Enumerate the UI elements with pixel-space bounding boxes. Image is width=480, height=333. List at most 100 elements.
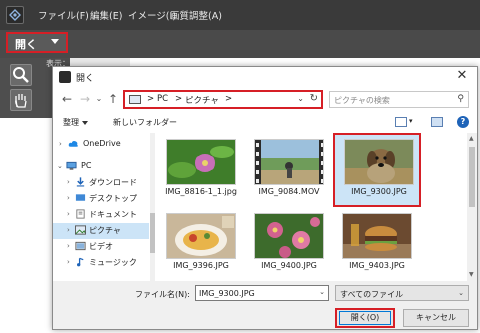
address-segment-pc[interactable]: PC [157, 94, 168, 104]
chevron-down-icon[interactable]: ⌄ [57, 162, 63, 170]
nav-item-label: ダウンロード [89, 178, 137, 187]
photo-thumbnail-flowers [254, 213, 324, 259]
open-button-focus-ring [339, 311, 391, 325]
video-icon [75, 241, 86, 251]
chevron-down-icon [82, 120, 88, 125]
zoom-tool-button[interactable] [10, 64, 32, 86]
menu-edit[interactable]: 編集(E) [90, 8, 122, 22]
menu-image[interactable]: イメージ(I) [128, 8, 176, 22]
nav-item-downloads[interactable]: › ダウンロード [53, 175, 149, 191]
app-menubar: ファイル(F) 編集(E) イメージ(I) 画質調整(A) [0, 0, 480, 30]
help-icon[interactable]: ? [457, 116, 469, 128]
dialog-title: 開く [76, 74, 95, 84]
chevron-right-icon[interactable]: › [67, 258, 70, 266]
magnifier-icon [13, 67, 29, 83]
nav-scrollbar[interactable] [150, 133, 155, 281]
preview-pane-icon[interactable] [431, 117, 443, 127]
photo-thumbnail-meal [166, 213, 236, 259]
file-name: IMG_9403.JPG [349, 261, 405, 270]
nav-item-music[interactable]: › ミュージック [53, 255, 149, 271]
up-arrow-icon[interactable]: ↑ [107, 93, 119, 105]
file-item-selected[interactable]: IMG_9300.JPG [333, 133, 421, 207]
chevron-down-icon: ⌄ [458, 289, 464, 297]
search-input[interactable] [334, 94, 450, 106]
nav-item-desktop[interactable]: › デスクトップ [53, 191, 149, 207]
app-toolbar [0, 30, 480, 58]
nav-item-pc[interactable]: ⌄ PC [53, 159, 149, 175]
address-separator: > [225, 94, 233, 104]
file-name: IMG_9084.MOV [258, 187, 320, 196]
dialog-app-icon [59, 71, 71, 83]
file-item[interactable]: IMG_9084.MOV [245, 135, 333, 209]
menu-adjust[interactable]: 画質調整(A) [170, 8, 222, 22]
file-grid-scrollbar[interactable]: ▲ ▼ [467, 133, 477, 281]
nav-item-pictures[interactable]: › ピクチャ [53, 223, 149, 239]
view-dropdown-icon[interactable]: ▾ [409, 117, 413, 125]
cloud-icon [68, 141, 78, 147]
file-item[interactable]: IMG_9400.JPG [245, 209, 333, 281]
chevron-right-icon[interactable]: › [67, 210, 70, 218]
chevron-right-icon[interactable]: › [67, 242, 70, 250]
file-item[interactable]: IMG_9403.JPG [333, 209, 421, 281]
nav-item-onedrive[interactable]: › OneDrive [53, 137, 149, 153]
new-folder-button[interactable]: 新しいフォルダー [113, 117, 177, 128]
search-box[interactable]: ⚲ [329, 91, 469, 108]
open-dialog: 開く ✕ ← → ⌄ ↑ > PC > ピクチャ > ⌄ ↻ ⚲ 整理 新しいフ… [52, 66, 478, 330]
organize-menu[interactable]: 整理 [63, 117, 88, 128]
forward-arrow-icon[interactable]: → [79, 93, 91, 105]
file-name: IMG_8816-1_1.jpg [165, 187, 237, 196]
download-icon [76, 177, 85, 187]
chevron-down-icon [51, 39, 59, 44]
address-bar[interactable]: > PC > ピクチャ > ⌄ ↻ [123, 90, 323, 109]
desktop-icon [75, 194, 86, 201]
chevron-right-icon[interactable]: › [67, 194, 70, 202]
pictures-icon [75, 225, 86, 235]
command-bar: 整理 新しいフォルダー ▾ ? [53, 113, 477, 133]
file-item[interactable]: IMG_8816-1_1.jpg [157, 135, 245, 209]
nav-item-videos[interactable]: › ビデオ [53, 239, 149, 255]
document-icon [76, 209, 85, 219]
photo-thumbnail-dog [344, 139, 414, 185]
navigation-bar: ← → ⌄ ↑ > PC > ピクチャ > ⌄ ↻ ⚲ [53, 87, 477, 113]
recent-chevron-icon[interactable]: ⌄ [93, 93, 105, 105]
dialog-titlebar: 開く ✕ [53, 67, 477, 87]
filetype-select[interactable]: すべてのファイル ⌄ [335, 285, 469, 301]
cancel-button[interactable]: キャンセル [403, 309, 469, 327]
open-button[interactable]: 開く(O) [335, 308, 395, 328]
hand-tool-button[interactable] [10, 89, 32, 111]
back-arrow-icon[interactable]: ← [61, 93, 73, 105]
refresh-icon[interactable]: ↻ [310, 93, 318, 104]
chevron-right-icon[interactable]: › [67, 178, 70, 186]
organize-label: 整理 [63, 118, 79, 127]
nav-item-label: OneDrive [83, 139, 121, 148]
chevron-right-icon[interactable]: › [67, 226, 70, 234]
address-dropdown-icon[interactable]: ⌄ [297, 94, 304, 103]
nav-item-documents[interactable]: › ドキュメント [53, 207, 149, 223]
filetype-value: すべてのファイル [340, 290, 404, 299]
filename-field[interactable]: ⌄ [195, 285, 329, 301]
file-name: IMG_9300.JPG [351, 187, 407, 196]
filename-input[interactable] [199, 288, 315, 299]
app-open-button[interactable]: 開く [6, 32, 68, 53]
navigation-pane: › OneDrive ⌄ PC › ダウンロード › デスクトップ › ドキュメ… [53, 133, 153, 281]
view-options-icon[interactable] [395, 117, 407, 127]
nav-scroll-thumb[interactable] [150, 213, 155, 253]
menu-file[interactable]: ファイル(F) [38, 8, 89, 22]
chevron-down-icon[interactable]: ⌄ [319, 288, 325, 296]
file-grid-scroll-thumb[interactable] [469, 147, 475, 207]
search-icon: ⚲ [457, 94, 464, 104]
chevron-right-icon[interactable]: › [59, 140, 62, 148]
address-segment-pictures[interactable]: ピクチャ [185, 94, 219, 106]
photo-thumbnail-flower [166, 139, 236, 185]
close-icon[interactable]: ✕ [455, 69, 469, 83]
file-name: IMG_9396.JPG [173, 261, 229, 270]
nav-item-label: デスクトップ [89, 194, 137, 203]
scroll-down-icon[interactable]: ▼ [469, 271, 474, 278]
nav-item-label: ビデオ [89, 242, 113, 251]
pictures-location-icon [129, 95, 141, 104]
nav-item-label: ミュージック [89, 258, 137, 267]
address-separator: > [175, 94, 183, 104]
scroll-up-icon[interactable]: ▲ [469, 135, 474, 142]
file-item[interactable]: IMG_9396.JPG [157, 209, 245, 281]
video-thumbnail-park [254, 139, 324, 185]
